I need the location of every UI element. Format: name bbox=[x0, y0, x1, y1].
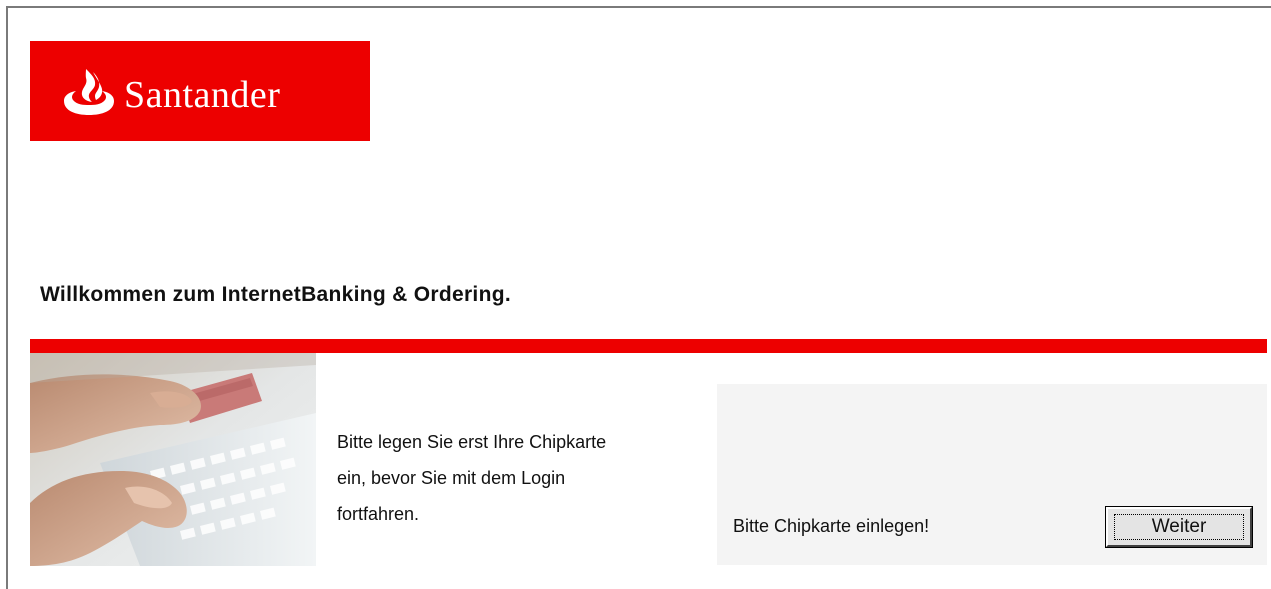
page-title: Willkommen zum InternetBanking & Orderin… bbox=[40, 283, 511, 306]
instruction-line: ein, bevor Sie mit dem Login bbox=[337, 468, 566, 488]
continue-button[interactable]: Weiter bbox=[1105, 506, 1253, 548]
instruction-line: Bitte legen Sie erst Ihre Chipkarte bbox=[337, 432, 607, 452]
instruction-line: fortfahren. bbox=[337, 504, 420, 524]
flame-icon bbox=[64, 69, 114, 115]
divider-bar bbox=[30, 339, 1267, 353]
status-message: Bitte Chipkarte einlegen! bbox=[733, 516, 930, 536]
hands-keyboard-card-photo bbox=[30, 353, 316, 566]
brand-name: Santander bbox=[124, 74, 281, 116]
chipcard-instruction: Bitte legen Sie erst Ihre Chipkarte ein,… bbox=[337, 424, 712, 532]
continue-button-label: Weiter bbox=[1114, 514, 1244, 540]
